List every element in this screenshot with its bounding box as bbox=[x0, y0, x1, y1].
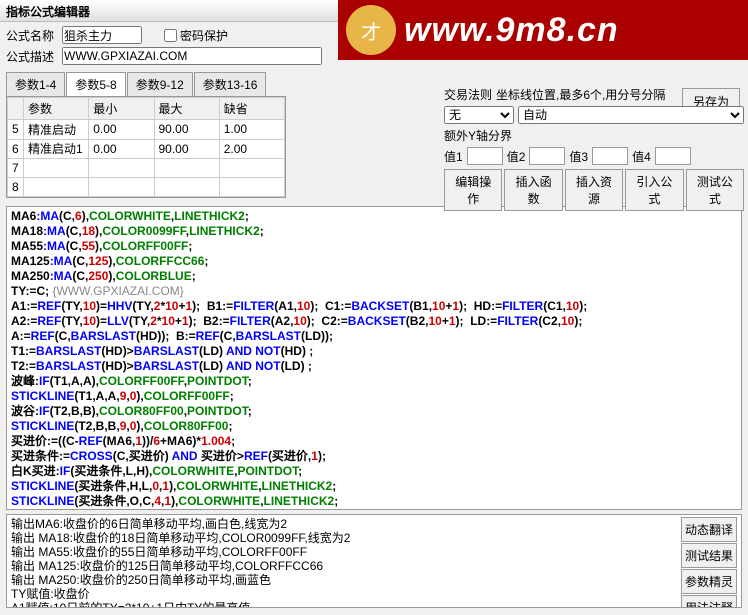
param-name-input[interactable] bbox=[28, 122, 84, 136]
param-min-input[interactable] bbox=[93, 122, 149, 136]
import-formula-button[interactable]: 引入公式 bbox=[625, 169, 683, 211]
param-wizard-button[interactable]: 参数精灵 bbox=[681, 569, 737, 594]
rule-label: 交易法则 bbox=[444, 86, 492, 103]
param-row: 6 bbox=[8, 139, 285, 159]
param-header-num bbox=[8, 98, 24, 120]
param-row: 7 bbox=[8, 159, 285, 178]
param-name-input[interactable] bbox=[28, 161, 84, 175]
tab-params-9-12[interactable]: 参数9-12 bbox=[127, 72, 193, 96]
val4-input[interactable] bbox=[655, 147, 691, 165]
usage-note-button[interactable]: 用法注释 bbox=[681, 595, 737, 608]
tab-params-13-16[interactable]: 参数13-16 bbox=[194, 72, 267, 96]
desc-label: 公式描述 bbox=[6, 48, 56, 65]
watermark-logo: 才 bbox=[346, 5, 396, 55]
param-header-min: 最小 bbox=[89, 98, 154, 120]
param-header-name: 参数 bbox=[24, 98, 89, 120]
tab-params-5-8[interactable]: 参数5-8 bbox=[66, 72, 125, 96]
insert-res-button[interactable]: 插入资源 bbox=[565, 169, 623, 211]
extra-y-label: 额外Y轴分界 bbox=[444, 127, 512, 144]
param-row: 8 bbox=[8, 178, 285, 197]
param-table: 参数 最小 最大 缺省 5 6 bbox=[6, 97, 286, 198]
param-def-input[interactable] bbox=[224, 142, 280, 156]
param-row: 5 bbox=[8, 120, 285, 140]
param-name-input[interactable] bbox=[28, 142, 84, 156]
output-area: 输出MA6:收盘价的6日简单移动平均,画白色,线宽为2 输出 MA18:收盘价的… bbox=[6, 514, 742, 608]
formula-desc-input[interactable] bbox=[62, 47, 322, 65]
password-checkbox[interactable] bbox=[164, 29, 177, 42]
output-text: 输出MA6:收盘价的6日简单移动平均,画白色,线宽为2 输出 MA18:收盘价的… bbox=[11, 517, 681, 605]
coord-label: 坐标线位置,最多6个,用分号分隔 bbox=[496, 86, 744, 103]
param-tabs: 参数1-4 参数5-8 参数9-12 参数13-16 bbox=[6, 72, 286, 97]
coord-select[interactable]: 自动 bbox=[518, 106, 744, 124]
param-header-def: 缺省 bbox=[219, 98, 284, 120]
val2-input[interactable] bbox=[529, 147, 565, 165]
dynamic-translate-button[interactable]: 动态翻译 bbox=[681, 517, 737, 542]
formula-name-input[interactable] bbox=[62, 26, 142, 44]
val3-input[interactable] bbox=[592, 147, 628, 165]
val1-input[interactable] bbox=[467, 147, 503, 165]
param-max-input[interactable] bbox=[159, 122, 215, 136]
param-def-input[interactable] bbox=[224, 122, 280, 136]
tab-params-1-4[interactable]: 参数1-4 bbox=[6, 72, 65, 96]
rule-select[interactable]: 无 bbox=[444, 106, 514, 124]
right-panel: 交易法则 坐标线位置,最多6个,用分号分隔 无 自动 额外Y轴分界 值1 值2 … bbox=[444, 62, 744, 211]
test-formula-button[interactable]: 测试公式 bbox=[686, 169, 744, 211]
name-label: 公式名称 bbox=[6, 27, 56, 44]
param-header-max: 最大 bbox=[154, 98, 219, 120]
test-result-button[interactable]: 测试结果 bbox=[681, 543, 737, 568]
password-label: 密码保护 bbox=[180, 27, 228, 44]
param-name-input[interactable] bbox=[28, 180, 84, 194]
edit-ops-button[interactable]: 编辑操作 bbox=[444, 169, 502, 211]
insert-func-button[interactable]: 插入函数 bbox=[504, 169, 562, 211]
watermark-banner: 才 www.9m8.cn bbox=[338, 0, 748, 60]
code-editor[interactable]: MA6:MA(C,6),COLORWHITE,LINETHICK2;MA18:M… bbox=[6, 206, 742, 510]
param-max-input[interactable] bbox=[159, 142, 215, 156]
param-min-input[interactable] bbox=[93, 142, 149, 156]
watermark-url: www.9m8.cn bbox=[404, 11, 619, 50]
